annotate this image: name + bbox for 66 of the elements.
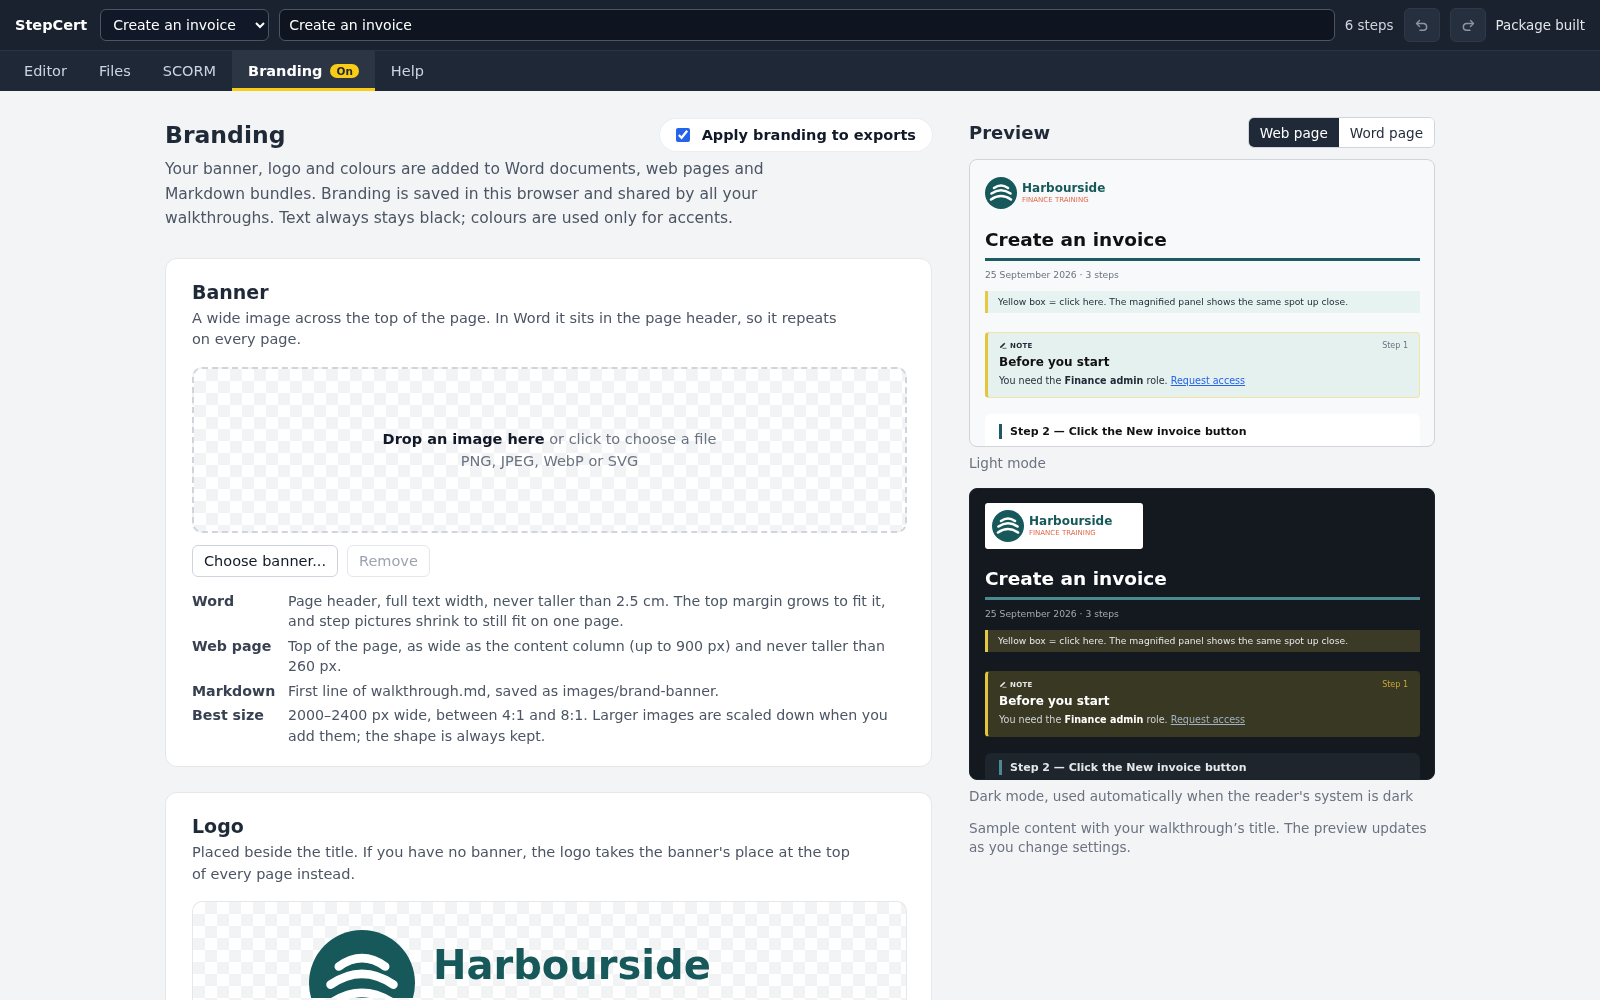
detail-term: Word: [192, 591, 236, 611]
app-name: StepCert: [15, 17, 88, 33]
preview-caption: Dark mode, used automatically when the reader's system is dark: [969, 787, 1415, 806]
build-status: Package built: [1495, 17, 1585, 33]
note-text: You need the Finance admin role. Request access: [999, 713, 1247, 727]
request-access-link[interactable]: Request access: [1170, 714, 1246, 725]
redo-icon: [1460, 19, 1475, 31]
card-description: A wide image across the top of the page. In Word it sits in the page header, so it repeats on every page.: [192, 308, 838, 349]
hint-callout: Yellow box = click here. The magnified panel shows the same spot up close.: [985, 630, 1420, 652]
document-title: Create an invoice: [985, 567, 1168, 591]
tab[interactable]: SCORM: [146, 51, 233, 91]
detail-term: Markdown: [192, 681, 277, 701]
hint-callout: Yellow box = click here. The magnified panel shows the same spot up close.: [985, 291, 1420, 313]
step-label: Step 1: [1382, 341, 1408, 350]
preview-note: Sample content with your walkthrough’s title. The preview updates as you change settings.: [969, 819, 1428, 857]
brand-name: Harbourside: [433, 945, 711, 985]
tab[interactable]: Help: [374, 51, 440, 91]
checkbox[interactable]: [675, 128, 690, 142]
detail-text: Page header, full text width, never taller than 2.5 cm. The top margin grows to fit it, and step pictures shrink to still fit on one page.: [288, 591, 887, 631]
choose-file-button[interactable]: Choose banner...: [192, 544, 338, 577]
logo-icon: [985, 177, 1017, 209]
step-label: Step 1: [1382, 680, 1408, 689]
logo-dropzone[interactable]: Harbourside: [192, 901, 907, 1000]
logo-icon: [309, 930, 415, 998]
page-title: Branding: [165, 121, 286, 149]
request-access-link[interactable]: Request access: [1170, 375, 1246, 386]
undo-icon: [1414, 19, 1429, 31]
banner-dropzone[interactable]: Drop an image here or click to choose a file PNG, JPEG, WebP or SVG: [192, 366, 907, 533]
pencil-icon: [999, 681, 1007, 688]
title-field[interactable]: Create an invoice: [279, 9, 1335, 41]
dropzone-formats: PNG, JPEG, WebP or SVG: [460, 451, 639, 471]
tab[interactable]: Editor: [8, 51, 83, 91]
status-badge: On: [330, 64, 359, 78]
note-title: Before you start: [999, 693, 1111, 709]
preview-title: Preview: [969, 122, 1051, 143]
detail-term: Web page: [192, 636, 273, 656]
pencil-icon: [999, 342, 1007, 349]
page-description: Your banner, logo and colours are added to Word documents, web pages and Markdown bundles. Branding is saved in this browser and shared by all your walkthroughs. Text always stays black; colours are used only for accents.: [165, 159, 765, 229]
preview-mode-tab[interactable]: Web page: [1248, 118, 1339, 147]
step-heading: Step 2 — Click the New invoice button: [999, 760, 1406, 775]
document-meta: 25 September 2026 · 3 steps: [985, 607, 1120, 620]
detail-text: 2000–2400 px wide, between 4:1 and 8:1. Larger images are scaled down when you add them; the shape is always kept.: [288, 706, 889, 746]
tab[interactable]: Branding On: [232, 51, 375, 91]
card-description: Placed beside the title. If you have no banner, the logo takes the banner's place at the top of every page instead.: [192, 843, 851, 884]
step-count: 6 steps: [1344, 17, 1394, 33]
card-title: Logo: [192, 815, 245, 837]
brand-name: Harbourside: [1029, 514, 1113, 529]
step-heading: Step 2 — Click the New invoice button: [999, 424, 1406, 439]
preview-caption: Light mode: [969, 454, 1047, 473]
brand-name: Harbourside: [1022, 181, 1106, 196]
walkthrough-select[interactable]: Create an invoice: [100, 9, 270, 41]
toggle-label: Apply branding to exports: [701, 127, 916, 143]
detail-text: Top of the page, as wide as the content column (up to 900 px) and never taller than 260 px.: [288, 636, 886, 676]
note-text: You need the Finance admin role. Request access: [999, 374, 1247, 388]
note-title: Before you start: [999, 354, 1111, 370]
document-meta: 25 September 2026 · 3 steps: [985, 268, 1120, 281]
apply-branding-toggle[interactable]: Apply branding to exports: [659, 119, 932, 151]
detail-text: First line of walkthrough.md, saved as images/brand-banner.: [288, 681, 720, 701]
logo-icon: [992, 510, 1024, 542]
detail-term: Best size: [192, 706, 265, 725]
dropzone-prompt: Drop an image here or click to choose a file: [382, 429, 717, 449]
redo-button[interactable]: [1449, 8, 1486, 42]
undo-button[interactable]: [1403, 8, 1440, 42]
card-title: Banner: [192, 280, 270, 303]
document-title: Create an invoice: [985, 228, 1168, 252]
tab[interactable]: Files: [82, 51, 147, 91]
